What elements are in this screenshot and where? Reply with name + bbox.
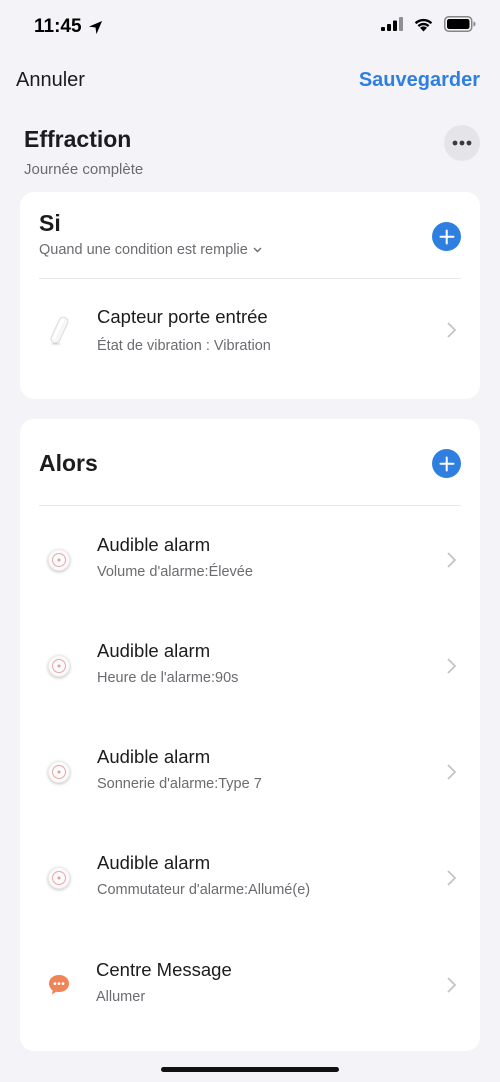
action-title: Audible alarm (97, 746, 211, 767)
action-subtitle: Volume d'alarme:Élevée (97, 564, 253, 580)
action-subtitle: Heure de l'alarme:90s (97, 670, 239, 686)
action-row[interactable]: Centre Message Allumer (20, 945, 480, 1025)
divider (39, 505, 461, 506)
status-indicators (381, 16, 476, 32)
alarm-device-icon (44, 545, 74, 575)
chevron-right-icon (447, 322, 457, 338)
more-options-button[interactable] (444, 125, 480, 161)
condition-row[interactable]: Capteur porte entrée État de vibration :… (20, 285, 480, 375)
door-sensor-icon (44, 315, 74, 346)
action-row[interactable]: Audible alarm Commutateur d'alarme:Allum… (20, 838, 480, 918)
alors-section-title: Alors (39, 450, 98, 476)
page-subtitle: Journée complète (24, 161, 144, 178)
chevron-down-icon (253, 247, 262, 253)
action-row[interactable]: Audible alarm Volume d'alarme:Élevée (20, 520, 480, 600)
condition-mode-selector[interactable]: Quand une condition est remplie (39, 242, 262, 258)
chevron-right-icon (447, 977, 457, 993)
action-subtitle: Allumer (96, 989, 146, 1005)
action-row[interactable]: Audible alarm Heure de l'alarme:90s (20, 626, 480, 706)
add-action-button[interactable] (432, 449, 461, 478)
home-indicator[interactable] (161, 1067, 339, 1072)
message-bubble-icon (44, 970, 74, 1000)
wifi-icon (414, 18, 433, 31)
status-time-text: 11:45 (34, 16, 82, 37)
chevron-right-icon (447, 764, 457, 780)
chevron-right-icon (447, 658, 457, 674)
battery-icon (444, 16, 476, 32)
si-section-title: Si (39, 210, 61, 236)
cancel-button[interactable]: Annuler (16, 69, 85, 92)
condition-mode-label: Quand une condition est remplie (39, 242, 248, 258)
alarm-device-icon (44, 651, 74, 681)
chevron-right-icon (447, 870, 457, 886)
action-title: Centre Message (96, 959, 232, 980)
action-subtitle: Commutateur d'alarme:Allumé(e) (97, 882, 311, 898)
page-title: Effraction (24, 126, 132, 152)
cellular-signal-icon (381, 17, 403, 31)
action-title: Audible alarm (97, 534, 211, 555)
alarm-device-icon (44, 757, 74, 787)
condition-title: Capteur porte entrée (97, 306, 268, 327)
alors-card: Alors Audible alarm Volume d'alarme:Élev… (20, 419, 480, 1051)
status-time: 11:45 (34, 16, 103, 38)
more-dots-icon (452, 140, 472, 146)
save-button[interactable]: Sauvegarder (359, 69, 480, 92)
alarm-device-icon (44, 863, 74, 893)
status-bar: 11:45 (0, 0, 500, 56)
chevron-right-icon (447, 552, 457, 568)
action-title: Audible alarm (97, 852, 211, 873)
location-arrow-icon (88, 20, 102, 34)
action-row[interactable]: Audible alarm Sonnerie d'alarme:Type 7 (20, 732, 480, 812)
add-condition-button[interactable] (432, 222, 461, 251)
si-card: Si Quand une condition est remplie Capte… (20, 192, 480, 399)
action-subtitle: Sonnerie d'alarme:Type 7 (97, 776, 262, 792)
divider (39, 278, 461, 279)
action-title: Audible alarm (97, 640, 211, 661)
condition-subtitle: État de vibration : Vibration (97, 338, 271, 354)
